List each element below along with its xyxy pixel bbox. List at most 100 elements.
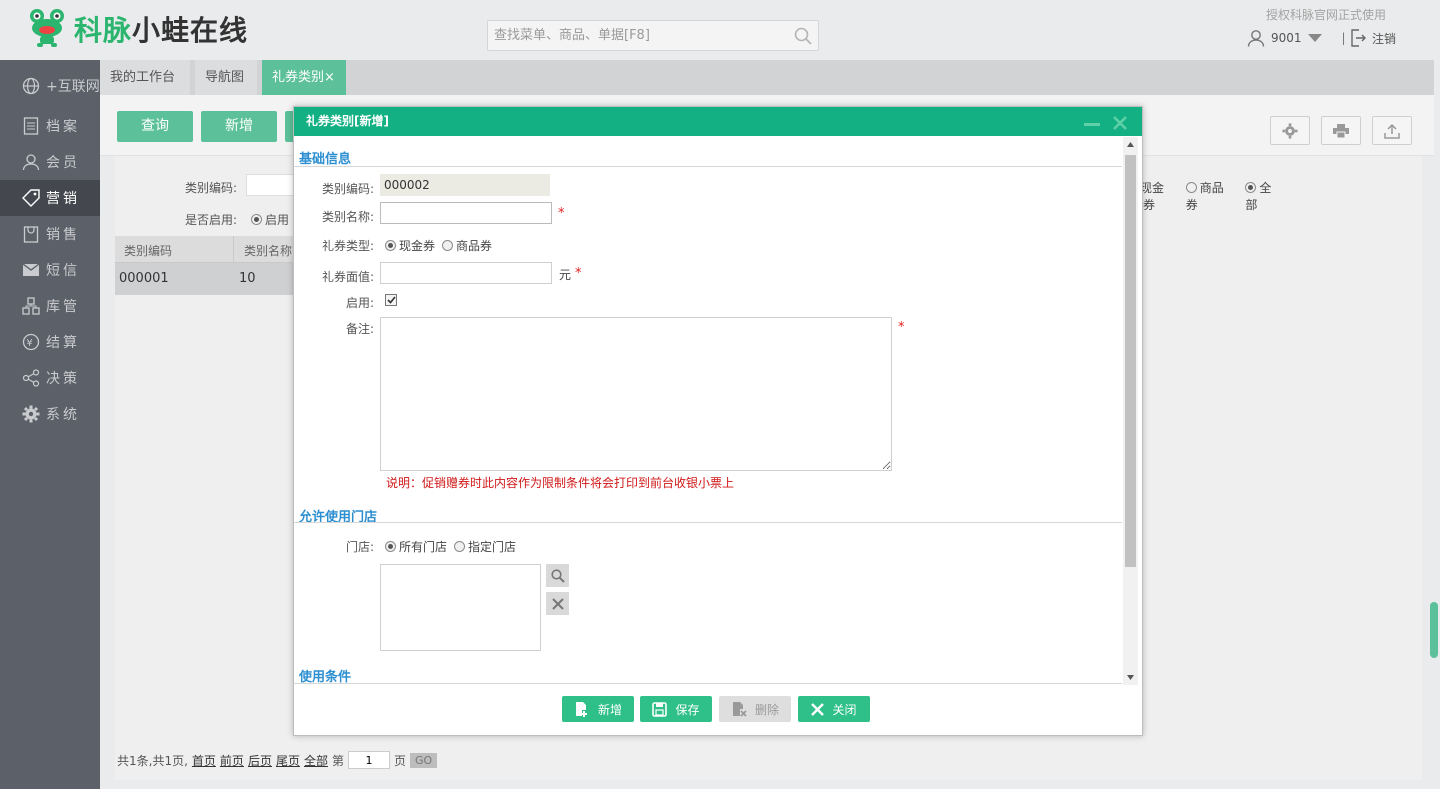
bag-icon	[22, 225, 40, 243]
name-input[interactable]	[380, 202, 552, 224]
all-pages-link[interactable]: 全部	[304, 752, 328, 769]
filter-type-radios: 现金券 商品券 全部	[1140, 179, 1283, 213]
coupon-category-dialog: 礼券类别[新增] 基础信息 类别编码: 000002 类别名称: * 礼券类型:…	[293, 106, 1143, 736]
section-basic-info: 基础信息	[299, 152, 352, 167]
gear-icon	[22, 405, 40, 423]
face-value-input[interactable]	[380, 262, 552, 284]
divider: |	[1341, 31, 1346, 45]
sidebar-item-decision[interactable]: 决策	[0, 360, 100, 396]
search-icon[interactable]	[794, 27, 812, 45]
sidebar-item-member[interactable]: 会员	[0, 144, 100, 180]
filter-type-all[interactable]: 全部	[1245, 179, 1283, 213]
filter-type-goods[interactable]: 商品券	[1185, 179, 1236, 213]
next-page-link[interactable]: 后页	[248, 752, 272, 769]
remark-textarea[interactable]	[380, 317, 892, 471]
chevron-down-icon[interactable]	[1307, 34, 1322, 42]
print-icon	[1333, 123, 1349, 138]
filter-enabled-radio[interactable]: 启用	[251, 211, 289, 228]
name-label: 类别名称:	[321, 210, 374, 224]
dialog-save-button[interactable]: 保存	[640, 696, 712, 722]
face-value-label: 礼券面值:	[321, 270, 374, 284]
type-goods-radio[interactable]: 商品券	[442, 237, 492, 254]
prev-page-link[interactable]: 前页	[220, 752, 244, 769]
go-button[interactable]: GO	[410, 752, 438, 768]
face-value-unit: 元	[559, 268, 572, 282]
search-icon	[550, 568, 565, 583]
export-button[interactable]	[1372, 116, 1412, 145]
filter-code-input[interactable]	[246, 174, 294, 196]
table-cell: 10	[239, 271, 256, 286]
sidebar-item-system[interactable]: 系统	[0, 396, 100, 432]
enabled-checkbox[interactable]	[385, 294, 397, 306]
sidebar-item-archive[interactable]: 档案	[0, 108, 100, 144]
required-mark: *	[898, 320, 905, 335]
sidebar-item-sms[interactable]: 短信	[0, 252, 100, 288]
type-cash-radio[interactable]: 现金券	[385, 237, 435, 254]
dialog-title: 礼券类别[新增]	[294, 107, 1142, 136]
svg-text:¥: ¥	[26, 338, 35, 349]
required-mark: *	[575, 266, 582, 281]
last-page-link[interactable]: 尾页	[276, 752, 300, 769]
sidebar-item-settlement[interactable]: ¥ 结算	[0, 324, 100, 360]
sidebar-item-sales[interactable]: 销售	[0, 216, 100, 252]
tab-workbench[interactable]: 我的工作台	[100, 60, 190, 95]
page-scrollbar[interactable]	[1430, 602, 1438, 658]
dialog-scrollbar[interactable]	[1123, 137, 1138, 685]
close-icon[interactable]	[1112, 115, 1128, 131]
delete-file-icon	[732, 702, 747, 717]
settings-button[interactable]	[1270, 116, 1310, 145]
new-file-icon	[575, 702, 587, 717]
page-number-input[interactable]	[348, 751, 390, 769]
store-list[interactable]	[380, 564, 541, 651]
close-icon	[811, 702, 825, 716]
first-page-link[interactable]: 首页	[192, 752, 216, 769]
logout-icon	[1351, 29, 1366, 47]
scroll-thumb[interactable]	[1125, 155, 1136, 567]
code-field: 000002	[380, 174, 550, 196]
tab-coupon-category[interactable]: 礼券类别×	[262, 60, 346, 95]
minimize-icon[interactable]	[1084, 117, 1100, 127]
store-specific-radio[interactable]: 指定门店	[454, 538, 516, 555]
table-cell: 000001	[119, 271, 169, 286]
filter-type-cash[interactable]: 现金券	[1140, 179, 1176, 213]
add-button[interactable]: 新增	[201, 111, 277, 142]
tab-close-icon[interactable]: ×	[324, 70, 335, 85]
upload-icon	[1384, 123, 1400, 139]
document-icon	[22, 117, 40, 135]
user-menu[interactable]: 9001 |	[1247, 29, 1346, 47]
scroll-down-icon[interactable]	[1127, 675, 1134, 680]
query-button[interactable]: 查询	[117, 111, 193, 142]
store-all-radio[interactable]: 所有门店	[385, 538, 447, 555]
column-header[interactable]: 类别编码	[124, 242, 172, 259]
sidebar-item-inventory[interactable]: 库管	[0, 288, 100, 324]
logo-text: 科脉小蛙在线	[74, 14, 249, 47]
frog-logo-icon	[30, 9, 64, 47]
close-icon	[551, 597, 564, 610]
store-search-button[interactable]	[546, 564, 569, 587]
share-icon	[22, 369, 40, 387]
sidebar-item-internet[interactable]: +互联网	[0, 68, 100, 104]
logout-button[interactable]: 注销	[1350, 29, 1396, 47]
scroll-up-icon[interactable]	[1127, 142, 1134, 147]
print-button[interactable]	[1321, 116, 1361, 145]
globe-icon	[22, 77, 40, 95]
table-row[interactable]: 000001 10	[115, 263, 295, 295]
remark-note: 说明：促销赠券时此内容作为限制条件将会打印到前台收银小票上	[386, 476, 735, 490]
store-clear-button[interactable]	[546, 592, 569, 615]
yen-icon: ¥	[22, 333, 40, 351]
person-icon	[22, 153, 40, 171]
user-id: 9001	[1271, 31, 1302, 45]
column-header[interactable]: 类别名称	[244, 242, 292, 259]
tab-navigation[interactable]: 导航图	[195, 60, 257, 95]
sidebar-item-marketing[interactable]: 营销	[0, 180, 100, 216]
code-label: 类别编码:	[321, 182, 374, 196]
tab-bar: 我的工作台 导航图 礼券类别×	[100, 60, 1434, 95]
required-mark: *	[558, 206, 565, 221]
dialog-delete-button[interactable]: 删除	[719, 696, 791, 722]
filter-enabled-label: 是否启用:	[185, 213, 238, 227]
grid-header: 类别编码 类别名称	[115, 236, 295, 263]
dialog-add-button[interactable]: 新增	[562, 696, 634, 722]
search-input[interactable]	[488, 21, 778, 50]
dialog-close-button[interactable]: 关闭	[798, 696, 870, 722]
search-box[interactable]	[487, 20, 819, 51]
